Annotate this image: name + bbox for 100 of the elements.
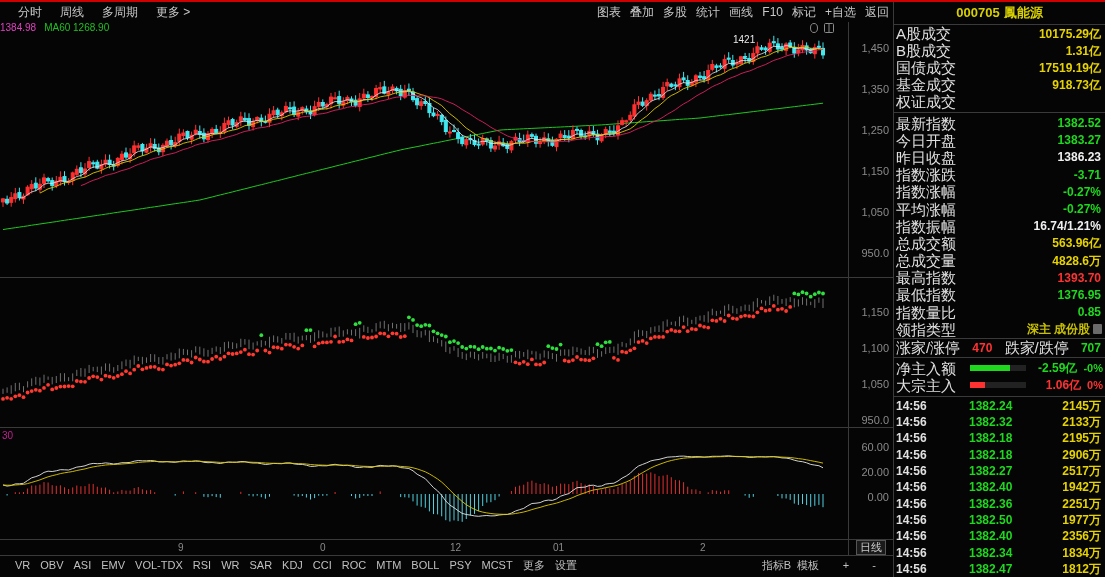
- indicator-value: MA60 1268.90: [44, 22, 110, 34]
- axis-label: 0: [320, 541, 326, 554]
- stat-label: A股成交: [896, 25, 951, 43]
- zoom-in-button[interactable]: +: [835, 556, 857, 575]
- toolbar-button[interactable]: F10: [762, 2, 783, 22]
- indicator-tab[interactable]: WR: [221, 556, 240, 575]
- stat-value: 16.74/1.21%: [1033, 218, 1101, 236]
- indicator-tab[interactable]: SAR: [249, 556, 273, 575]
- toolbar-button[interactable]: 画线: [729, 2, 754, 22]
- toolbar-button[interactable]: 标记: [792, 2, 816, 22]
- tick-volume: 1834万: [1062, 544, 1101, 561]
- indicator-tab[interactable]: VOL-TDX: [135, 556, 183, 575]
- toolbar-button[interactable]: 返回: [865, 2, 889, 22]
- tick-volume: 2133万: [1062, 414, 1101, 431]
- axis-label: 0.00: [867, 490, 889, 504]
- indicator-tab[interactable]: MCST: [481, 556, 513, 575]
- indicator-tab[interactable]: KDJ: [282, 556, 303, 575]
- indicator-value: 1384.98: [0, 22, 37, 34]
- axis-label: 12: [450, 541, 462, 554]
- stat-label: 指数涨幅: [896, 183, 956, 201]
- indicator-tab[interactable]: 更多: [522, 556, 545, 575]
- toolbar-button[interactable]: 统计: [696, 2, 721, 22]
- axis-label: 20.00: [861, 465, 889, 479]
- square-icon[interactable]: [1093, 324, 1102, 335]
- stat-value: 0.85: [1077, 304, 1101, 322]
- circle-icon[interactable]: [810, 23, 818, 33]
- stat-label: 总成交额: [896, 234, 956, 252]
- stat-label: 国债成交: [896, 59, 956, 77]
- stat-label: 今日开盘: [896, 131, 956, 149]
- stat-label: 领指类型: [896, 320, 956, 338]
- stat-label: 基金成交: [896, 76, 956, 94]
- index-code: 000705: [956, 4, 1000, 23]
- indicator-tab[interactable]: ASI: [73, 556, 92, 575]
- stat-value: -0%: [1083, 361, 1103, 376]
- axis-label: 2: [700, 541, 706, 554]
- tick-volume: 2517万: [1062, 463, 1101, 480]
- tick-volume: 2251万: [1062, 495, 1101, 512]
- stat-label: 权证成交: [896, 93, 956, 111]
- axis-label: 1,150: [861, 164, 889, 178]
- indicator-tab[interactable]: ROC: [341, 556, 367, 575]
- indicator-tab[interactable]: 设置: [554, 556, 577, 575]
- zoom-out-button[interactable]: -: [863, 556, 885, 575]
- toolbar-button[interactable]: 图表: [597, 2, 622, 22]
- tick-volume: 1942万: [1062, 479, 1101, 496]
- tick-volume: 2906万: [1062, 446, 1101, 463]
- stat-label: 涨家/涨停: [896, 339, 961, 357]
- indicator-tab[interactable]: PSY: [449, 556, 472, 575]
- stat-label: 指数涨跌: [896, 166, 956, 184]
- stat-label: 总成交量: [896, 252, 956, 270]
- indicator-tab[interactable]: RSI: [192, 556, 212, 575]
- tick-price: 1382.24: [969, 397, 1013, 414]
- period-tab[interactable]: 分时: [18, 2, 42, 22]
- stat-label: B股成交: [896, 42, 951, 60]
- tick-volume: 2145万: [1062, 397, 1101, 414]
- tick-price: 1382.36: [969, 495, 1013, 512]
- tick-price: 1382.27: [969, 463, 1013, 480]
- stat-value: 10175.29亿: [1038, 26, 1101, 43]
- period-tab[interactable]: 更多 >: [156, 2, 191, 22]
- axis-label: 1,350: [861, 82, 889, 96]
- stat-label: 大宗主入: [896, 376, 957, 394]
- tick-time: 14:56: [896, 511, 928, 528]
- indicator-tab[interactable]: OBV: [40, 556, 64, 575]
- toolbar-button[interactable]: +自选: [825, 2, 856, 22]
- axis-label: 1,050: [861, 205, 889, 219]
- tick-price: 1382.18: [969, 430, 1013, 447]
- axis-label: 1,250: [861, 123, 889, 137]
- stat-label: 净主入额: [896, 359, 957, 377]
- template-button[interactable]: 指标B: [761, 556, 791, 575]
- tick-time: 14:56: [896, 397, 928, 414]
- tick-price: 1382.40: [969, 528, 1013, 545]
- period-tab[interactable]: 多周期: [102, 2, 138, 22]
- period-tab[interactable]: 周线: [60, 2, 84, 22]
- stat-value: 1386.23: [1057, 149, 1101, 167]
- stat-value: 4828.6万: [1052, 252, 1101, 270]
- stat-value: 707: [1080, 339, 1101, 357]
- indicator-tab[interactable]: CCI: [312, 556, 332, 575]
- tick-time: 14:56: [896, 463, 928, 480]
- period-button[interactable]: 日线: [856, 540, 886, 555]
- stat-label: 指数量比: [896, 303, 956, 321]
- window-icon[interactable]: [824, 23, 834, 33]
- stat-value: 1376.95: [1057, 286, 1101, 304]
- tick-price: 1382.50: [969, 511, 1013, 528]
- stat-label: 最低指数: [896, 286, 956, 304]
- toolbar-button[interactable]: 叠加: [630, 2, 655, 22]
- stat-value: 470: [972, 339, 993, 357]
- indicator-tab[interactable]: EMV: [101, 556, 126, 575]
- axis-label: 1,150: [861, 305, 889, 319]
- stat-value: 0%: [1087, 378, 1103, 393]
- tick-volume: 2195万: [1062, 430, 1101, 447]
- tick-time: 14:56: [896, 414, 928, 431]
- stat-value: -0.27%: [1062, 201, 1101, 218]
- stat-value: 1383.27: [1057, 132, 1101, 150]
- indicator-tab[interactable]: BOLL: [411, 556, 440, 575]
- stat-value: 1.06亿: [1045, 377, 1082, 395]
- template-button[interactable]: 模板: [797, 556, 819, 575]
- indicator-tab[interactable]: VR: [15, 556, 31, 575]
- indicator-value: 30: [2, 430, 14, 442]
- toolbar-button[interactable]: 多股: [663, 2, 688, 22]
- indicator-tab[interactable]: MTM: [376, 556, 402, 575]
- axis-label: 1,050: [861, 377, 889, 391]
